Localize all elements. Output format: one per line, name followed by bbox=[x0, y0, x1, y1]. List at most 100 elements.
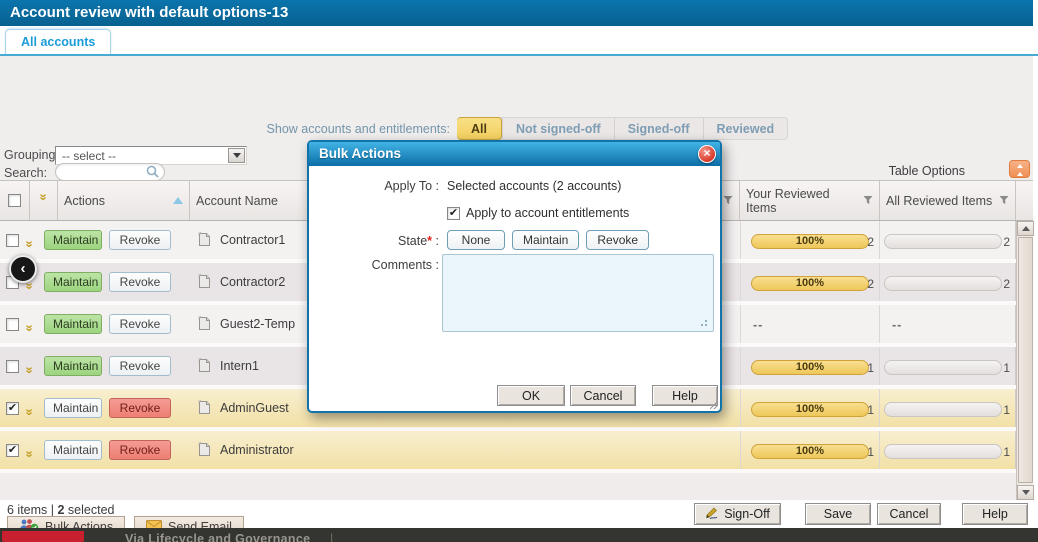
comments-textarea[interactable] bbox=[442, 254, 714, 332]
sort-ascending-icon bbox=[173, 192, 183, 204]
account-page-icon[interactable] bbox=[197, 357, 212, 376]
revoke-button[interactable]: Revoke bbox=[109, 314, 171, 334]
maintain-button[interactable]: Maintain bbox=[44, 440, 102, 460]
filter-funnel-icon[interactable] bbox=[723, 194, 733, 208]
filter-label: Show accounts and entitlements: bbox=[0, 122, 450, 136]
all-reviewed-cell: 1 bbox=[880, 389, 1016, 427]
help-button[interactable]: Help bbox=[962, 503, 1028, 525]
cancel-button[interactable]: Cancel bbox=[877, 503, 941, 525]
account-name: Contractor2 bbox=[220, 275, 285, 289]
grouping-dropdown-button[interactable] bbox=[228, 148, 245, 163]
filter-not-signed-off[interactable]: Not signed-off bbox=[502, 118, 614, 139]
save-button[interactable]: Save bbox=[805, 503, 871, 525]
state-maintain-button[interactable]: Maintain bbox=[512, 230, 579, 250]
revoke-button[interactable]: Revoke bbox=[109, 356, 171, 376]
grouping-value: -- select -- bbox=[62, 149, 116, 163]
triangle-down-icon bbox=[1022, 490, 1030, 499]
expand-chevron-icon[interactable]: » bbox=[23, 240, 38, 254]
account-name: Contractor1 bbox=[220, 233, 285, 247]
state-label: State* : bbox=[309, 234, 439, 248]
expand-chevron-icon[interactable]: » bbox=[23, 366, 38, 380]
filter-signed-off[interactable]: Signed-off bbox=[614, 118, 703, 139]
expand-chevron-icon[interactable]: » bbox=[23, 450, 38, 464]
bulk-actions-dialog: Bulk Actions × Apply To : Selected accou… bbox=[307, 140, 722, 413]
header-actions[interactable]: Actions bbox=[58, 181, 190, 220]
filter-reviewed[interactable]: Reviewed bbox=[703, 118, 788, 139]
ok-button[interactable]: OK bbox=[497, 385, 565, 406]
dialog-resize-grip[interactable] bbox=[710, 401, 718, 409]
dialog-title-bar[interactable]: Bulk Actions bbox=[309, 142, 720, 166]
dialog-help-button[interactable]: Help bbox=[652, 385, 718, 406]
revoke-button[interactable]: Revoke bbox=[109, 440, 171, 460]
revoke-button[interactable]: Revoke bbox=[109, 398, 171, 418]
page-title: Account review with default options-13 bbox=[10, 4, 288, 21]
header-your-reviewed-items[interactable]: Your Reviewed Items bbox=[740, 181, 880, 220]
all-reviewed-cell: -- bbox=[880, 305, 1016, 343]
filter-funnel-icon[interactable] bbox=[999, 194, 1009, 208]
account-name: Administrator bbox=[220, 443, 294, 457]
all-reviewed-count: 2 bbox=[1003, 277, 1010, 291]
table-options-link[interactable]: Table Options bbox=[855, 164, 965, 178]
expand-chevron-icon[interactable]: » bbox=[23, 408, 38, 422]
header-expand-all[interactable]: » bbox=[30, 181, 58, 220]
revoke-button[interactable]: Revoke bbox=[109, 272, 171, 292]
row-checkbox[interactable] bbox=[6, 234, 19, 247]
filter-funnel-icon[interactable] bbox=[863, 194, 873, 208]
chevron-double-up-icon bbox=[1017, 161, 1023, 176]
expand-chevron-icon[interactable]: » bbox=[23, 324, 38, 338]
all-reviewed-progress bbox=[884, 444, 1002, 459]
maintain-button[interactable]: Maintain bbox=[44, 314, 102, 334]
dialog-cancel-button[interactable]: Cancel bbox=[570, 385, 636, 406]
apply-entitlements-checkbox[interactable]: ✔ bbox=[447, 207, 460, 220]
panel-collapse-toggle[interactable]: ‹ bbox=[9, 255, 37, 283]
account-page-icon[interactable] bbox=[197, 315, 212, 334]
no-progress-marker: -- bbox=[892, 318, 902, 332]
all-reviewed-cell: 1 bbox=[880, 347, 1016, 385]
row-checkbox[interactable]: ✔ bbox=[6, 444, 19, 457]
dialog-title: Bulk Actions bbox=[319, 146, 401, 161]
maintain-button[interactable]: Maintain bbox=[44, 398, 102, 418]
revoke-button[interactable]: Revoke bbox=[109, 230, 171, 250]
pen-icon bbox=[705, 507, 719, 522]
your-reviewed-progress: 100% bbox=[751, 360, 869, 375]
account-page-icon[interactable] bbox=[197, 231, 212, 250]
brand-bar: Via Lifecycle and Governance | bbox=[0, 528, 1038, 542]
header-select-all[interactable] bbox=[0, 181, 30, 220]
row-checkbox[interactable]: ✔ bbox=[6, 402, 19, 415]
row-checkbox[interactable] bbox=[6, 318, 19, 331]
account-page-icon[interactable] bbox=[197, 273, 212, 292]
row-checkbox[interactable] bbox=[6, 360, 19, 373]
account-page-icon[interactable] bbox=[197, 399, 212, 418]
account-name: Guest2-Temp bbox=[220, 317, 295, 331]
state-none-button[interactable]: None bbox=[447, 230, 505, 250]
your-reviewed-cell: 100% 1 bbox=[740, 431, 880, 469]
expand-chevron-icon[interactable]: » bbox=[23, 282, 38, 296]
close-icon[interactable]: × bbox=[698, 145, 716, 163]
select-all-checkbox[interactable] bbox=[8, 194, 21, 207]
tab-all-accounts[interactable]: All accounts bbox=[5, 29, 111, 54]
maintain-button[interactable]: Maintain bbox=[44, 356, 102, 376]
apply-to-label: Apply To : bbox=[309, 179, 439, 193]
state-revoke-button[interactable]: Revoke bbox=[586, 230, 649, 250]
header-scrollbar-cap bbox=[1016, 181, 1033, 220]
filter-all[interactable]: All bbox=[457, 117, 502, 140]
comments-label: Comments : bbox=[309, 258, 439, 272]
filter-segmented: AllNot signed-offSigned-offReviewed bbox=[457, 117, 788, 140]
chevron-down-icon bbox=[233, 153, 241, 162]
header-all-reviewed-items[interactable]: All Reviewed Items bbox=[880, 181, 1016, 220]
apply-entitlements-label: Apply to account entitlements bbox=[466, 206, 629, 220]
your-reviewed-progress: 100% bbox=[751, 402, 869, 417]
app-window: Account review with default options-13 A… bbox=[0, 0, 1038, 542]
collapse-options-button[interactable] bbox=[1009, 160, 1030, 178]
maintain-button[interactable]: Maintain bbox=[44, 272, 102, 292]
textarea-resize-grip[interactable] bbox=[705, 324, 707, 326]
account-page-icon[interactable] bbox=[197, 441, 212, 460]
apply-to-value: Selected accounts (2 accounts) bbox=[447, 179, 621, 193]
scrollbar-thumb[interactable] bbox=[1018, 237, 1033, 483]
your-reviewed-cell: 100% 1 bbox=[740, 347, 880, 385]
tab-label: All accounts bbox=[21, 35, 95, 49]
scroll-up-button[interactable] bbox=[1017, 221, 1034, 236]
maintain-button[interactable]: Maintain bbox=[44, 230, 102, 250]
scroll-down-button[interactable] bbox=[1017, 485, 1034, 500]
sign-off-button[interactable]: Sign-Off bbox=[694, 503, 781, 525]
